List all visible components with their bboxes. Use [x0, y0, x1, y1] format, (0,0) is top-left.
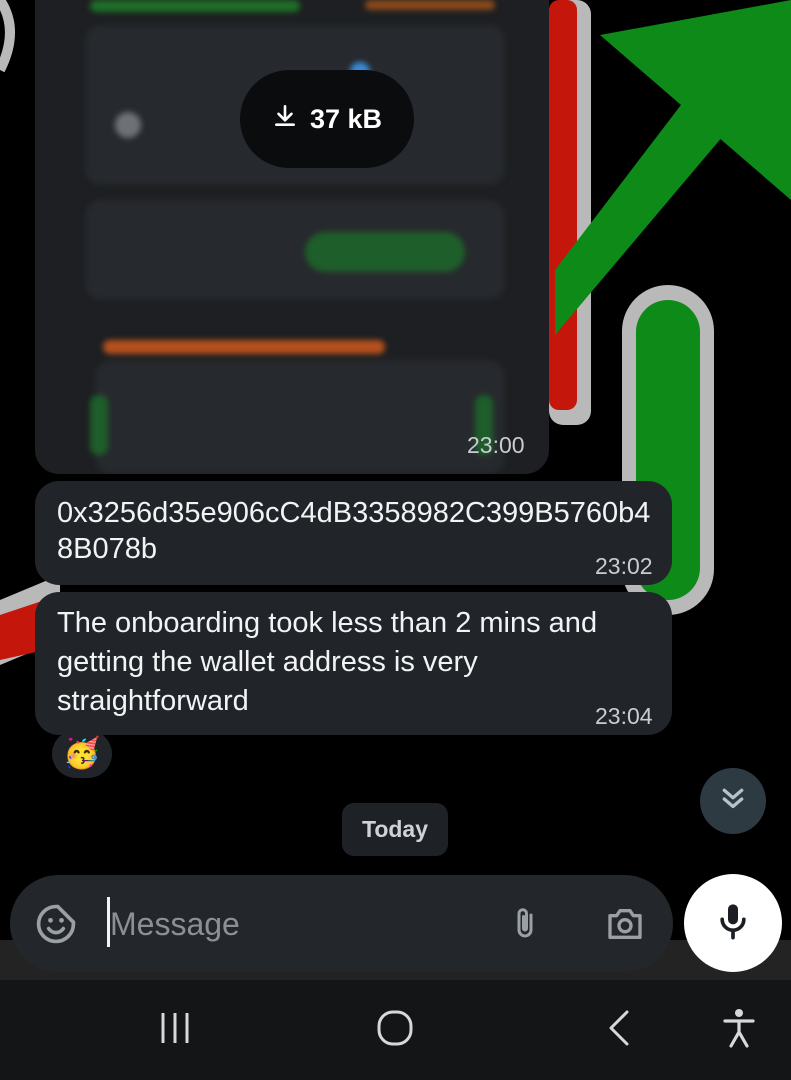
- message-time: 23:02: [595, 553, 653, 579]
- back-icon: [603, 1008, 633, 1053]
- accessibility-icon: [722, 1008, 756, 1053]
- message-text: 0x3256d35e906cC4dB3358982C399B5760b48B07…: [57, 497, 651, 565]
- system-navigation-bar: [0, 980, 791, 1080]
- recent-apps-button[interactable]: [145, 1000, 205, 1060]
- accessibility-button[interactable]: [709, 1000, 769, 1060]
- scroll-to-bottom-button[interactable]: [700, 768, 766, 834]
- message-time: 23:00: [467, 432, 525, 458]
- camera-icon[interactable]: [603, 904, 647, 949]
- sticker-icon[interactable]: [34, 902, 78, 951]
- message-input[interactable]: [108, 895, 492, 953]
- download-size: 37 kB: [309, 103, 383, 134]
- voice-message-button[interactable]: [684, 874, 782, 972]
- message-composer: [10, 875, 673, 972]
- download-icon: [272, 103, 298, 136]
- download-button[interactable]: 37 kB: [240, 70, 414, 168]
- date-separator: Today: [342, 803, 448, 856]
- paperclip-icon[interactable]: [507, 902, 543, 951]
- message-reaction[interactable]: 🥳: [52, 730, 112, 778]
- message-time: 23:04: [595, 703, 653, 729]
- message-bubble[interactable]: The onboarding took less than 2 mins and…: [35, 592, 672, 735]
- double-chevron-down-icon: [718, 784, 748, 819]
- back-button[interactable]: [588, 1000, 648, 1060]
- party-face-emoji: 🥳: [63, 737, 101, 770]
- message-bubble[interactable]: 0x3256d35e906cC4dB3358982C399B5760b48B07…: [35, 481, 672, 585]
- home-button[interactable]: [365, 1000, 425, 1060]
- microphone-icon: [713, 899, 753, 948]
- message-text: The onboarding took less than 2 mins and…: [57, 607, 598, 717]
- recent-apps-icon: [157, 1011, 193, 1050]
- home-icon: [376, 1009, 414, 1052]
- image-message[interactable]: 37 kB 23:00: [35, 0, 549, 474]
